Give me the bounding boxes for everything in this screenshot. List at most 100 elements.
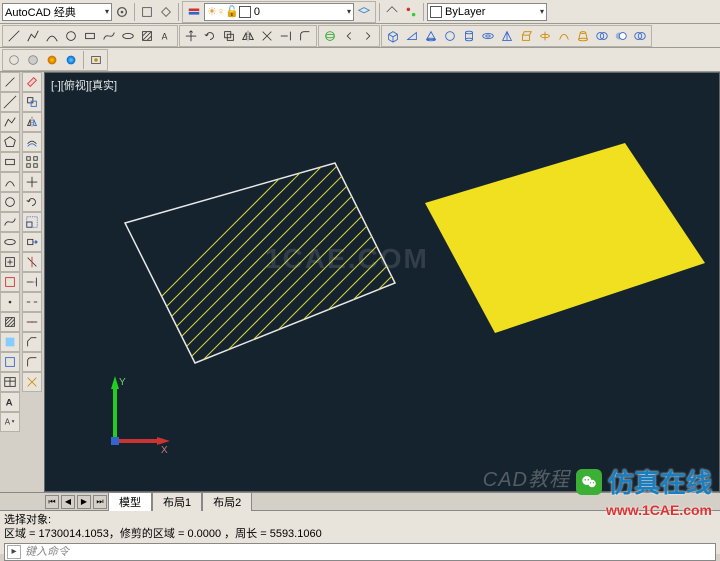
ellipse-tool-button[interactable] xyxy=(119,27,137,45)
orbit-next-button[interactable] xyxy=(359,27,377,45)
vstyle-hidden-button[interactable] xyxy=(24,51,42,69)
ellipse-tool-button[interactable] xyxy=(0,232,20,252)
copy-tool-button[interactable] xyxy=(22,92,42,112)
revolve-button[interactable] xyxy=(536,27,554,45)
box-solid-button[interactable] xyxy=(384,27,402,45)
chamfer-tool-button[interactable] xyxy=(22,332,42,352)
point-tool-button[interactable] xyxy=(0,292,20,312)
lineweight-dropdown[interactable]: ByLayer ▾ xyxy=(427,3,547,21)
tab-prev-button[interactable]: ◀ xyxy=(61,495,75,509)
extend-tool-button[interactable] xyxy=(277,27,295,45)
tool-button[interactable] xyxy=(138,3,156,21)
move-tool-button[interactable] xyxy=(182,27,200,45)
workspace-settings-button[interactable] xyxy=(113,3,131,21)
pline-tool-button[interactable] xyxy=(24,27,42,45)
orbit-prev-button[interactable] xyxy=(340,27,358,45)
tab-next-button[interactable]: ▶ xyxy=(77,495,91,509)
array-tool-button[interactable] xyxy=(22,152,42,172)
svg-text:A: A xyxy=(6,398,13,409)
circle-tool-button[interactable] xyxy=(0,192,20,212)
mirror-tool-button[interactable] xyxy=(239,27,257,45)
drawing-viewport[interactable]: [-][俯视][真实] 1CAE.COM xyxy=(44,72,720,492)
union-button[interactable] xyxy=(593,27,611,45)
extend-tool-button[interactable] xyxy=(22,272,42,292)
layout1-tab[interactable]: 布局1 xyxy=(152,492,202,511)
explode-tool-button[interactable] xyxy=(22,372,42,392)
mtext-tool-button[interactable]: A xyxy=(0,392,20,412)
xline-tool-button[interactable] xyxy=(0,92,20,112)
join-tool-button[interactable] xyxy=(22,312,42,332)
polygon-tool-button[interactable] xyxy=(0,132,20,152)
scale-tool-button[interactable] xyxy=(22,212,42,232)
tool-button[interactable] xyxy=(157,3,175,21)
model-tab[interactable]: 模型 xyxy=(108,492,152,511)
layer-props-button[interactable] xyxy=(185,3,203,21)
render-button[interactable] xyxy=(87,51,105,69)
sphere-solid-button[interactable] xyxy=(441,27,459,45)
wedge-solid-button[interactable] xyxy=(403,27,421,45)
pline-tool-button[interactable] xyxy=(0,112,20,132)
dimension-toolbar xyxy=(318,25,380,47)
text-tool-button[interactable]: A xyxy=(157,27,175,45)
table-tool-button[interactable] xyxy=(0,372,20,392)
trim-tool-button[interactable] xyxy=(258,27,276,45)
arc-tool-button[interactable] xyxy=(0,172,20,192)
break-tool-button[interactable] xyxy=(22,292,42,312)
spline-tool-button[interactable] xyxy=(100,27,118,45)
spline-tool-button[interactable] xyxy=(0,212,20,232)
layer-tool-button[interactable] xyxy=(355,3,373,21)
layer-dropdown[interactable]: ☀ ♀ 🔓 0 ▾ xyxy=(204,3,354,21)
status-line-2: 区域 = 1730014.1053，修剪的区域 = 0.0000 ，周长 = 5… xyxy=(4,527,716,541)
cone-solid-button[interactable] xyxy=(422,27,440,45)
arc-tool-button[interactable] xyxy=(43,27,61,45)
subtract-button[interactable] xyxy=(612,27,630,45)
gradient-tool-button[interactable] xyxy=(0,332,20,352)
offset-tool-button[interactable] xyxy=(22,132,42,152)
sweep-button[interactable] xyxy=(555,27,573,45)
cylinder-solid-button[interactable] xyxy=(460,27,478,45)
move-tool-button[interactable] xyxy=(22,172,42,192)
rectangle-tool-button[interactable] xyxy=(0,152,20,172)
hatch-tool-button[interactable] xyxy=(0,312,20,332)
workspace-dropdown[interactable]: AutoCAD 经典 ▾ xyxy=(2,3,112,21)
mtext-dd-button[interactable]: A xyxy=(0,412,20,432)
intersect-button[interactable] xyxy=(631,27,649,45)
stretch-tool-button[interactable] xyxy=(22,232,42,252)
line-tool-button[interactable] xyxy=(5,27,23,45)
props-tool-button[interactable] xyxy=(402,3,420,21)
tab-first-button[interactable]: ⏮ xyxy=(45,495,59,509)
rotate-tool-button[interactable] xyxy=(201,27,219,45)
fillet-tool-button[interactable] xyxy=(296,27,314,45)
insert-block-button[interactable] xyxy=(0,252,20,272)
vstyle-realistic-button[interactable] xyxy=(43,51,61,69)
hatch-tool-button[interactable] xyxy=(138,27,156,45)
extrude-button[interactable] xyxy=(517,27,535,45)
torus-solid-button[interactable] xyxy=(479,27,497,45)
toolbar-row-3 xyxy=(0,48,720,72)
color-swatch xyxy=(430,6,442,18)
line-tool-button[interactable] xyxy=(0,72,20,92)
rect-tool-button[interactable] xyxy=(81,27,99,45)
circle-tool-button[interactable] xyxy=(62,27,80,45)
mirror-tool-button[interactable] xyxy=(22,112,42,132)
copy-tool-button[interactable] xyxy=(220,27,238,45)
wechat-icon xyxy=(576,469,602,495)
chevron-down-icon: ▾ xyxy=(347,7,351,16)
erase-tool-button[interactable] xyxy=(22,72,42,92)
loft-button[interactable] xyxy=(574,27,592,45)
trim-tool-button[interactable] xyxy=(22,252,42,272)
make-block-button[interactable] xyxy=(0,272,20,292)
pyramid-solid-button[interactable] xyxy=(498,27,516,45)
region-tool-button[interactable] xyxy=(0,352,20,372)
tab-last-button[interactable]: ⏭ xyxy=(93,495,107,509)
layer-panel: ☀ ♀ 🔓 0 ▾ xyxy=(182,1,376,23)
vstyle-conceptual-button[interactable] xyxy=(62,51,80,69)
modify-toolbar xyxy=(179,25,317,47)
orbit-tool-button[interactable] xyxy=(321,27,339,45)
fillet-tool-button[interactable] xyxy=(22,352,42,372)
layout2-tab[interactable]: 布局2 xyxy=(202,492,252,511)
vstyle-2dwire-button[interactable] xyxy=(5,51,23,69)
hatched-region-shape xyxy=(105,153,405,373)
props-tool-button[interactable] xyxy=(383,3,401,21)
rotate-tool-button[interactable] xyxy=(22,192,42,212)
